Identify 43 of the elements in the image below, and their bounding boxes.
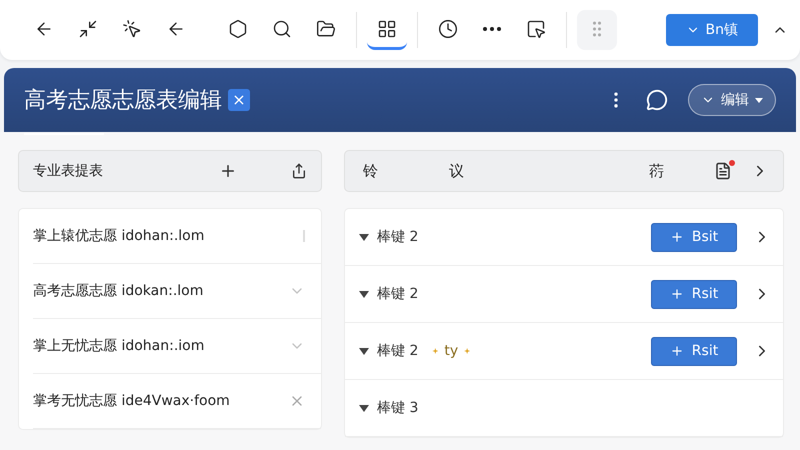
add-button[interactable]: Bsit xyxy=(651,222,737,252)
pointer-select-icon xyxy=(526,18,546,38)
chat-icon[interactable] xyxy=(646,89,668,111)
plus-icon[interactable] xyxy=(219,162,237,180)
column-label: 葕 xyxy=(649,162,664,180)
row-tag: ty xyxy=(444,343,458,359)
grid-icon xyxy=(377,18,397,38)
expand-triangle-icon[interactable] xyxy=(359,232,369,242)
row-label: 棒键 2 xyxy=(377,285,418,303)
caret-icon xyxy=(755,98,763,102)
divider-mark xyxy=(303,230,305,242)
pointer-click-icon xyxy=(122,18,142,38)
dropdown-button[interactable]: Bn镇 xyxy=(666,14,758,46)
column-label: 铃 xyxy=(363,162,379,180)
row-label: 棒键 2 xyxy=(377,342,418,360)
list-item[interactable]: 掌上无忧志愿 idohan:.iom xyxy=(33,337,289,355)
export-icon[interactable] xyxy=(291,163,307,179)
hexagon-icon xyxy=(228,18,248,38)
expand-triangle-icon[interactable] xyxy=(359,346,369,356)
edit-menu-button[interactable]: 编辑 xyxy=(688,84,776,116)
list-item[interactable]: 掌上辕优志愿 idohan:.lom xyxy=(33,227,303,245)
drag-handle-button[interactable] xyxy=(577,10,617,50)
plus-icon xyxy=(670,344,684,358)
panel-title: 专业表提表 xyxy=(33,162,104,180)
diagonal-arrows-icon xyxy=(78,18,98,38)
row-label: 棒键 3 xyxy=(377,399,418,417)
add-button[interactable]: Rsit xyxy=(651,336,737,366)
expand-triangle-icon[interactable] xyxy=(359,403,369,413)
plus-icon xyxy=(670,230,684,244)
list-item[interactable]: 高考志愿志愿 idokan:.lom xyxy=(33,282,289,300)
plus-icon xyxy=(670,287,684,301)
column-label: 议 xyxy=(449,162,465,180)
search-icon xyxy=(272,18,292,38)
more-icon xyxy=(483,26,501,30)
document-badge-icon[interactable] xyxy=(714,162,732,180)
add-button[interactable]: Rsit xyxy=(651,280,737,308)
row-label: 棒键 2 xyxy=(377,228,418,246)
folder-icon xyxy=(316,18,336,38)
page-title: 高考志愿志愿表编辑 xyxy=(24,87,222,115)
close-button[interactable]: × xyxy=(228,89,250,111)
list-item[interactable]: 掌考无忧志愿 ide4Vwax·foom xyxy=(33,392,289,410)
expand-triangle-icon[interactable] xyxy=(359,289,369,299)
clock-icon xyxy=(438,18,458,38)
